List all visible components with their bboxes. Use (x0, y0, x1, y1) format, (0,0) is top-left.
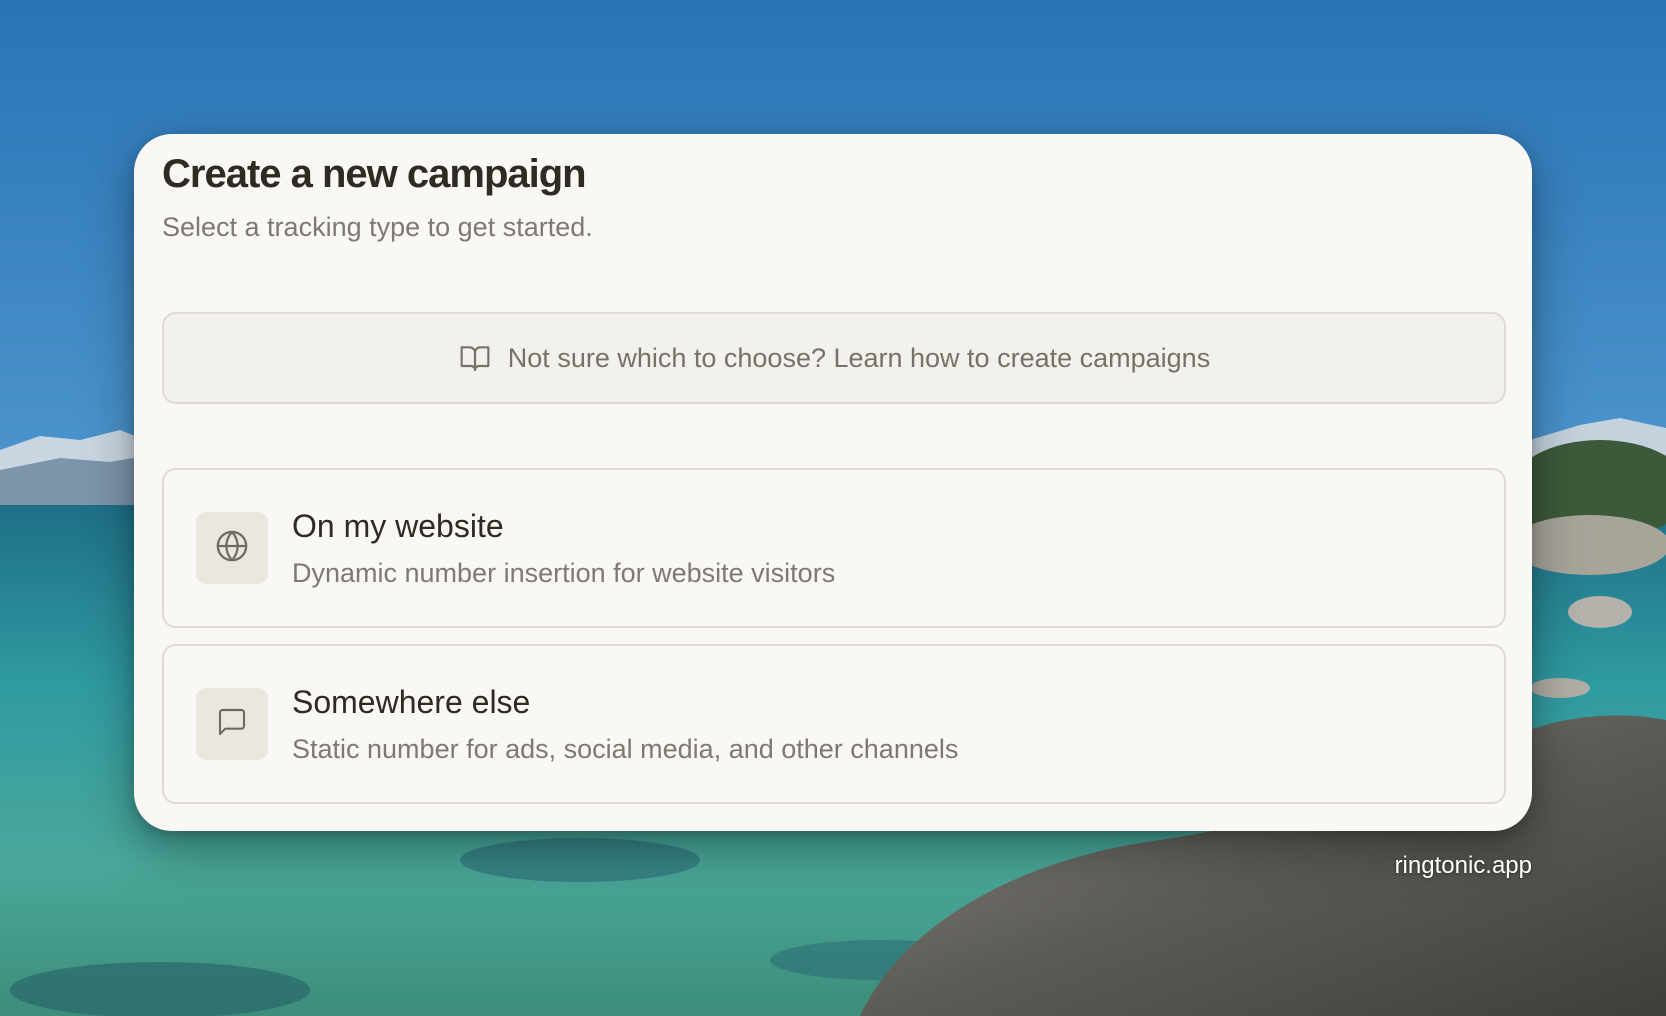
dialog-subtitle: Select a tracking type to get started. (162, 212, 593, 242)
option-somewhere-else[interactable]: Somewhere else Static number for ads, so… (162, 644, 1506, 804)
message-square-icon (216, 706, 248, 743)
learn-campaigns-link[interactable]: Not sure which to choose? Learn how to c… (162, 312, 1506, 404)
option-description: Dynamic number insertion for website vis… (292, 558, 836, 588)
option-title: On my website (292, 508, 504, 544)
option-icon-box (196, 688, 268, 760)
dialog-title: Create a new campaign (162, 152, 587, 196)
option-icon-box (196, 512, 268, 584)
option-description: Static number for ads, social media, and… (292, 734, 959, 764)
option-title: Somewhere else (292, 684, 531, 720)
option-on-my-website[interactable]: On my website Dynamic number insertion f… (162, 468, 1506, 628)
create-campaign-dialog: Create a new campaign Select a tracking … (134, 134, 1532, 831)
watermark: ringtonic.app (1394, 852, 1532, 879)
learn-campaigns-label: Not sure which to choose? Learn how to c… (507, 342, 1211, 373)
book-open-icon (458, 341, 492, 375)
globe-icon (215, 529, 249, 568)
